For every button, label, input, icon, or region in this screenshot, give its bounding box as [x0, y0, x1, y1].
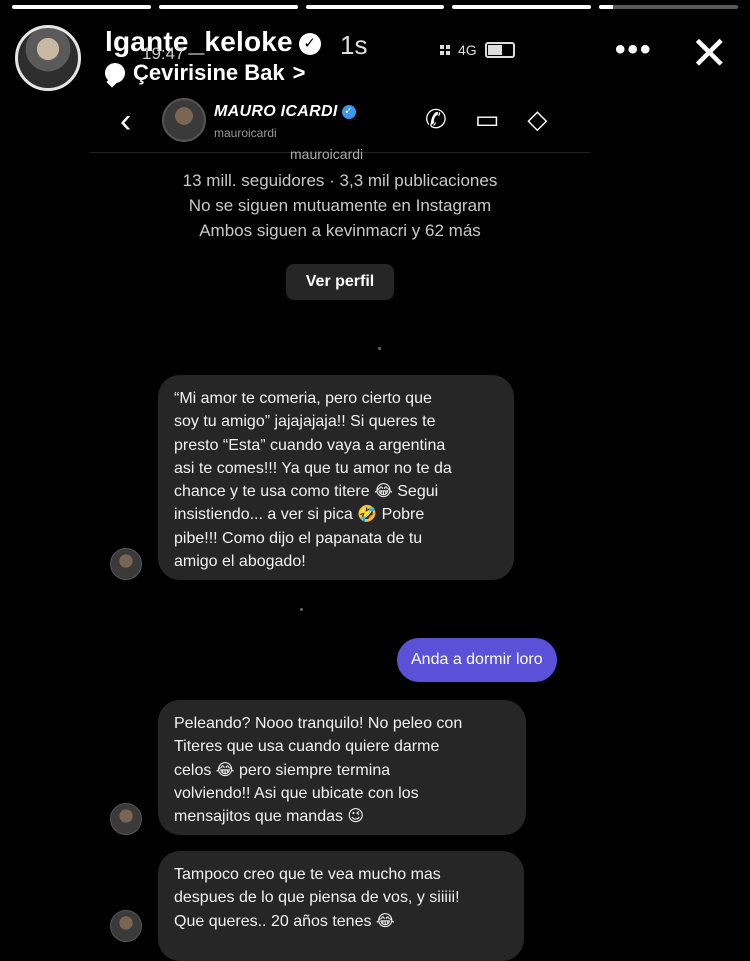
separator-dot: [378, 347, 381, 350]
message-sender-avatar[interactable]: [110, 910, 142, 942]
separator-dot: [300, 608, 303, 611]
message-sender-avatar[interactable]: [110, 548, 142, 580]
dm-contact-name-text: MAURO ICARDI: [214, 103, 338, 120]
dm-contact-avatar[interactable]: [162, 98, 206, 142]
message-bubble-incoming[interactable]: Peleando? Nooo tranquilo! No peleo con T…: [158, 700, 526, 835]
verified-badge-icon: ✓: [298, 32, 321, 55]
close-icon[interactable]: ✕: [690, 30, 729, 76]
message-bubble-outgoing[interactable]: Anda a dormir loro: [397, 638, 557, 682]
story-progress-segment: [452, 5, 592, 9]
message-bubble-incoming[interactable]: Tampoco creo que te vea mucho mas despue…: [158, 851, 524, 961]
story-progress-bar: [12, 5, 738, 9]
story-username-text[interactable]: lgante_keloke: [105, 26, 293, 57]
dm-contact-handle: mauroicardi: [214, 126, 277, 140]
story-timestamp: 1s: [340, 30, 368, 60]
more-options-icon[interactable]: •••: [615, 33, 653, 67]
dm-contact-name[interactable]: MAURO ICARDI ✓: [214, 103, 356, 121]
phone-icon[interactable]: ✆: [425, 106, 447, 132]
tag-icon[interactable]: ◇: [527, 106, 547, 132]
story-progress-segment: [305, 5, 445, 9]
profile-common-followers: Ambos siguen a kevinmacri y 62 más: [199, 221, 481, 240]
dm-action-bar: ✆ ▭ ◇: [425, 106, 547, 132]
story-author-username[interactable]: lgante_keloke ✓: [105, 26, 321, 58]
signal-icon: [440, 45, 450, 55]
view-profile-button[interactable]: Ver perfil: [286, 264, 394, 300]
message-bubble-incoming[interactable]: “Mi amor te comeria, pero cierto que soy…: [158, 375, 514, 580]
story-progress-segment: [599, 5, 738, 9]
network-type: 4G: [458, 42, 477, 58]
translate-label: Çevirisine Bak: [133, 60, 285, 85]
story-author-avatar[interactable]: [15, 25, 81, 91]
profile-stats: 13 mill. seguidores · 3,3 mil publicacio…: [182, 171, 498, 190]
battery-icon: [484, 42, 515, 58]
chevron-right-icon: >: [292, 60, 306, 85]
profile-handle-cut: mauroicardi: [290, 146, 364, 160]
profile-summary: 13 mill. seguidores · 3,3 mil publicacio…: [0, 168, 680, 243]
back-chevron-icon[interactable]: ‹: [120, 102, 131, 141]
video-icon[interactable]: ▭: [475, 106, 500, 132]
profile-mutual-status: No se siguen mutuamente en Instagram: [188, 196, 492, 215]
translate-button[interactable]: Çevirisine Bak >: [105, 60, 306, 86]
embedded-status-icons: 4G: [440, 42, 515, 58]
story-progress-segment: [12, 5, 151, 9]
story-progress-segment: [158, 5, 298, 9]
verified-badge-icon: ✓: [341, 104, 356, 119]
speech-bubble-icon: [105, 63, 125, 83]
message-sender-avatar[interactable]: [110, 803, 142, 835]
